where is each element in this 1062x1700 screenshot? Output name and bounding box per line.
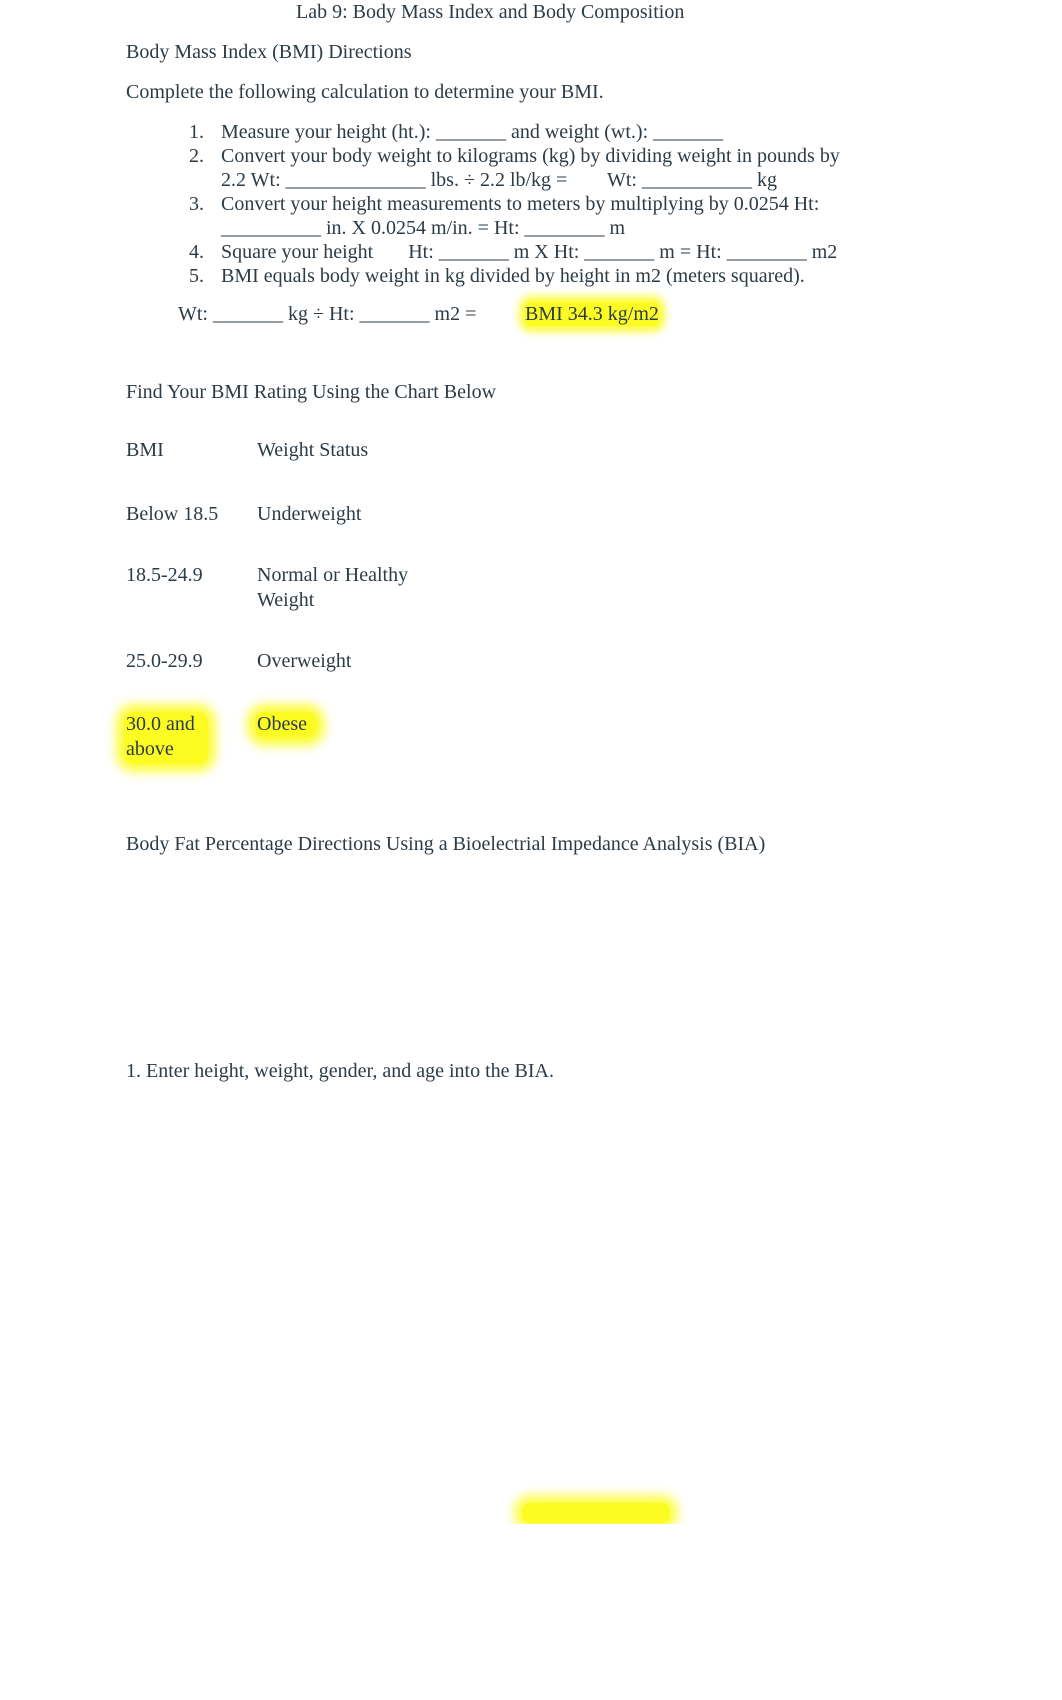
document-title: Lab 9: Body Mass Index and Body Composit… bbox=[296, 1, 685, 23]
table-cell-status: Normal or Healthy bbox=[257, 564, 409, 586]
table-cell-bmi: 30.0 and bbox=[126, 713, 195, 735]
table-cell-bmi: Below 18.5 bbox=[126, 503, 219, 525]
bia-directions-heading: Body Fat Percentage Directions Using a B… bbox=[126, 833, 766, 855]
table-cell-status: Overweight bbox=[257, 650, 352, 672]
bmi-formula: Wt: _______ kg ÷ Ht: _______ m2 = bbox=[178, 303, 477, 325]
table-cell-bmi: 18.5-24.9 bbox=[126, 564, 203, 586]
table-cell-bmi: 25.0-29.9 bbox=[126, 650, 203, 672]
bmi-rating-heading: Find Your BMI Rating Using the Chart Bel… bbox=[126, 381, 497, 403]
table-cell-bmi-continued: above bbox=[126, 738, 174, 760]
list-item-text-continued: __________ in. X 0.0254 m/in. = Ht: ____… bbox=[221, 217, 626, 239]
list-item-text: Measure your height (ht.): _______ and w… bbox=[221, 121, 724, 143]
highlight-mark-clipped bbox=[522, 1503, 670, 1523]
list-item-number: 3. bbox=[189, 193, 204, 215]
list-item-text-continued: 2.2 Wt: ______________ lbs. ÷ 2.2 lb/kg … bbox=[221, 169, 777, 191]
table-header-weight-status: Weight Status bbox=[257, 439, 369, 461]
table-cell-status: Underweight bbox=[257, 503, 362, 525]
page-cutoff bbox=[0, 1524, 1062, 1700]
bmi-result-highlighted: BMI 34.3 kg/m2 bbox=[525, 302, 659, 326]
list-item-number: 1. bbox=[189, 121, 204, 143]
bmi-directions-heading: Body Mass Index (BMI) Directions bbox=[126, 41, 412, 63]
list-item-text: Square your height Ht: _______ m X Ht: _… bbox=[221, 241, 838, 263]
table-cell-status-continued: Weight bbox=[257, 589, 315, 611]
list-item-text: Convert your body weight to kilograms (k… bbox=[221, 145, 840, 167]
table-header-bmi: BMI bbox=[126, 439, 164, 461]
list-item-number: 4. bbox=[189, 241, 204, 263]
list-item-number: 5. bbox=[189, 265, 204, 287]
bmi-intro-text: Complete the following calculation to de… bbox=[126, 81, 604, 103]
bia-step-text: 1. Enter height, weight, gender, and age… bbox=[126, 1060, 554, 1082]
list-item-text: Convert your height measurements to mete… bbox=[221, 193, 820, 215]
list-item-text: BMI equals body weight in kg divided by … bbox=[221, 265, 805, 287]
list-item-number: 2. bbox=[189, 145, 204, 167]
table-cell-status: Obese bbox=[257, 713, 307, 735]
